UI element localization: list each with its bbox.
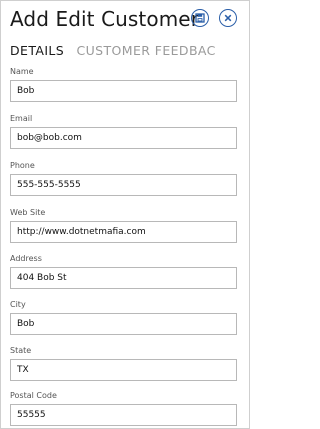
app-window: Add Edit Customer DETAILS CUSTOMER FEEDB… [0,0,250,429]
address-field-group: Address [10,253,237,289]
name-field-group: Name [10,66,237,102]
postal-code-field-group: Postal Code [10,390,237,426]
state-field-group: State [10,345,237,381]
address-label: Address [10,254,42,263]
cancel-button[interactable] [219,9,237,27]
city-label: City [10,300,26,309]
city-field-group: City [10,299,237,335]
name-input[interactable] [10,80,237,102]
state-label: State [10,346,32,355]
save-icon [195,13,205,23]
save-button[interactable] [191,9,209,27]
state-input[interactable] [10,359,237,381]
phone-field-group: Phone [10,160,237,196]
address-input[interactable] [10,267,237,289]
postal-code-label: Postal Code [10,391,57,400]
phone-input[interactable] [10,174,237,196]
name-label: Name [10,67,34,76]
email-input[interactable] [10,127,237,149]
email-field-group: Email [10,113,237,149]
email-label: Email [10,114,33,123]
phone-label: Phone [10,161,35,170]
page-title: Add Edit Customer [10,7,200,31]
city-input[interactable] [10,313,237,335]
tab-details[interactable]: DETAILS [10,43,64,58]
close-icon [224,14,232,22]
postal-code-input[interactable] [10,404,237,426]
website-label: Web Site [10,208,46,217]
website-field-group: Web Site [10,207,237,243]
website-input[interactable] [10,221,237,243]
tab-customer-feedback[interactable]: CUSTOMER FEEDBAC [77,43,216,58]
tab-strip: DETAILS CUSTOMER FEEDBAC [10,43,224,58]
